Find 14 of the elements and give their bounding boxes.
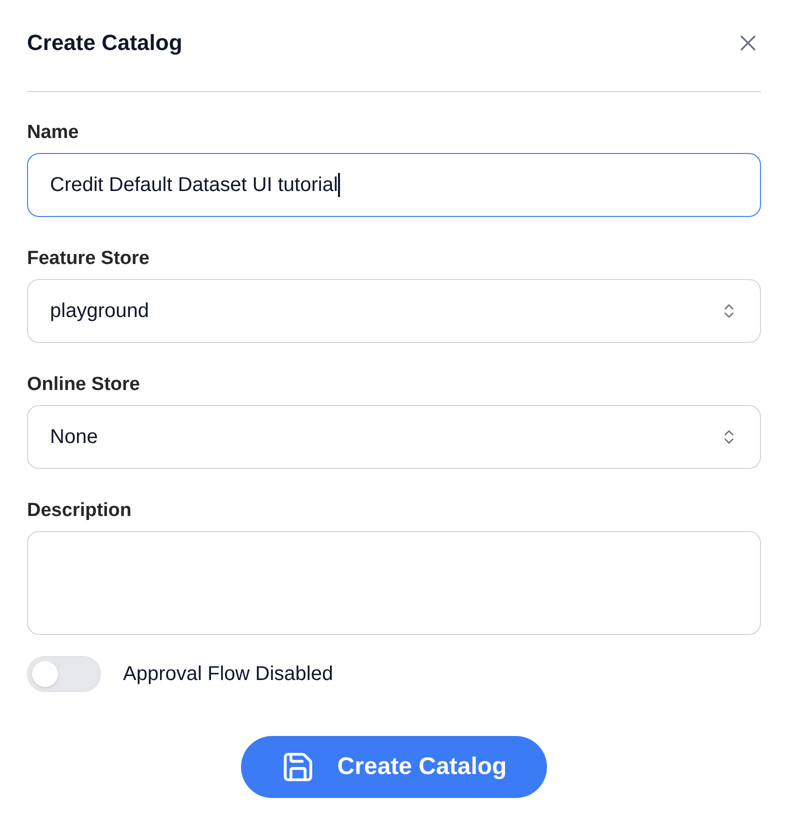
text-input[interactable]: Credit Default Dataset UI tutorial (27, 153, 761, 217)
description-textarea[interactable] (27, 531, 761, 635)
dialog-title: Create Catalog (27, 29, 182, 57)
select-dropdown[interactable]: None (27, 405, 761, 469)
text-cursor-icon (338, 173, 340, 197)
toggle-knob (32, 661, 58, 687)
toggle-switch[interactable] (27, 656, 101, 692)
field-label: Online Store (27, 373, 140, 397)
create-catalog-button[interactable]: Create Catalog (241, 736, 547, 798)
field-label: Name (27, 121, 79, 145)
field-label: Feature Store (27, 247, 150, 271)
field-label: Description (27, 499, 132, 523)
select-dropdown[interactable]: playground (27, 279, 761, 343)
toggle-label: Approval Flow Disabled (123, 662, 334, 687)
